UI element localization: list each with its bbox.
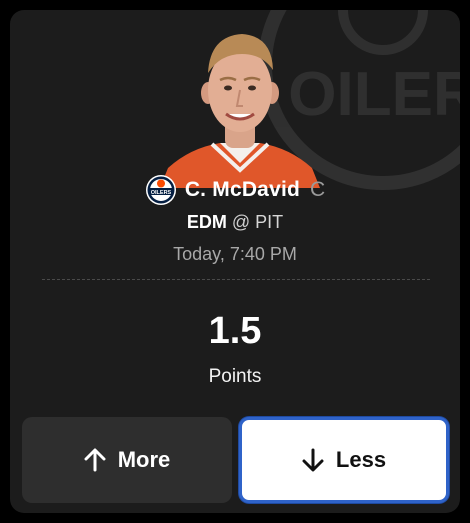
arrow-up-icon: [84, 448, 106, 472]
more-button[interactable]: More: [22, 417, 232, 503]
arrow-down-icon: [302, 448, 324, 472]
svg-text:OILERS: OILERS: [151, 190, 172, 196]
player-team: EDM: [186, 212, 227, 232]
matchup: EDM @ PIT: [10, 212, 460, 233]
player-name-row: OILERS C. McDavid C: [10, 174, 460, 206]
opponent-team: PIT: [255, 212, 284, 232]
player-photo: [160, 34, 320, 188]
divider: [42, 279, 430, 280]
player-name: C. McDavid: [184, 178, 301, 201]
projection-line: 1.5: [208, 310, 262, 352]
stat-type: Points: [208, 366, 262, 387]
player-position: C: [310, 178, 326, 201]
at-symbol: @: [231, 212, 251, 232]
less-button[interactable]: Less: [239, 417, 449, 503]
oilers-logo-icon: OILERS: [145, 175, 176, 205]
game-time: Today, 7:40 PM: [173, 244, 297, 264]
projection-card: OILER OILERS C. McDavid C EDM @ PIT Toda…: [10, 10, 460, 513]
less-button-label: Less: [335, 447, 387, 472]
more-button-label: More: [117, 447, 171, 472]
